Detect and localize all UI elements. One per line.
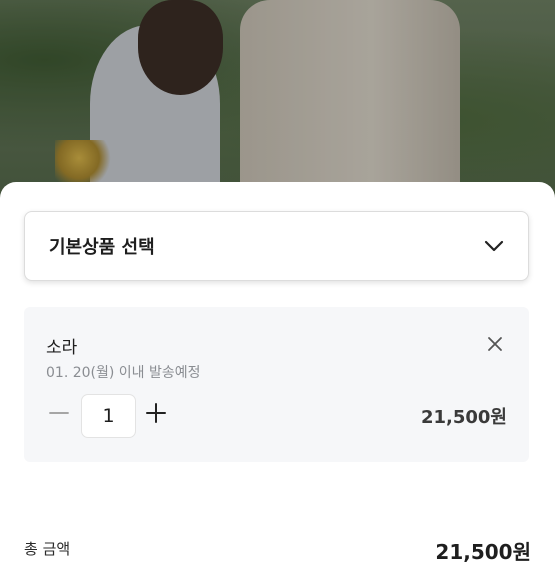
item-name: 소라: [46, 338, 78, 358]
total-amount-label: 총 금액: [24, 540, 71, 558]
close-icon: [488, 337, 502, 351]
option-select-dropdown[interactable]: 기본상품 선택: [24, 211, 529, 281]
decrease-quantity-button[interactable]: [46, 400, 72, 426]
increase-quantity-button[interactable]: [143, 400, 169, 426]
plus-icon: [146, 403, 166, 423]
selected-item-card: 소라 01. 20(월) 이내 발송예정 1 21,500원: [24, 307, 529, 462]
shipping-note: 01. 20(월) 이내 발송예정: [46, 365, 201, 381]
remove-item-button[interactable]: [484, 333, 506, 355]
option-bottom-sheet: 기본상품 선택 소라 01. 20(월) 이내 발송예정 1 21,500원 총…: [0, 182, 555, 564]
product-photo: [0, 0, 555, 200]
chevron-down-icon: [484, 236, 504, 256]
quantity-input[interactable]: 1: [81, 394, 136, 438]
item-price: 21,500원: [420, 407, 507, 428]
option-select-label: 기본상품 선택: [49, 237, 155, 258]
total-amount-value: 21,500원: [435, 540, 531, 564]
backdrop-dim-overlay[interactable]: [0, 0, 555, 200]
minus-icon: [49, 412, 69, 414]
